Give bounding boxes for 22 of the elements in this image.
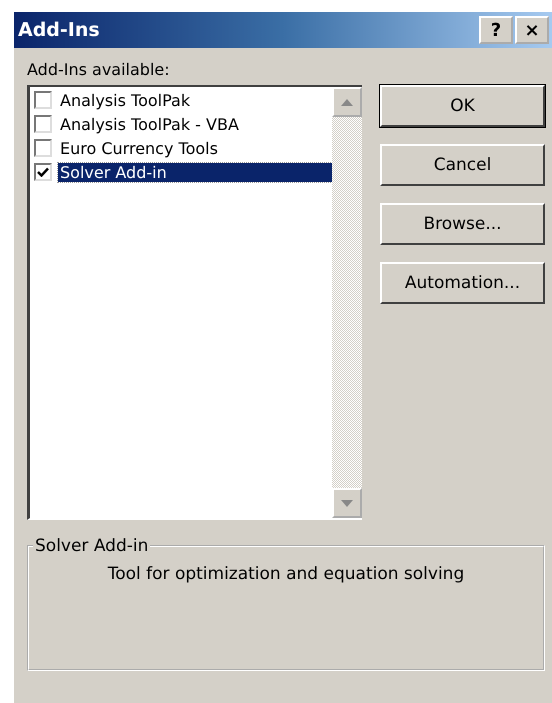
group-title: Solver Add-in bbox=[34, 536, 150, 556]
list-item[interactable]: Analysis ToolPak - VBA bbox=[58, 114, 332, 134]
dialog-button[interactable]: Automation... bbox=[380, 262, 545, 304]
add-ins-list[interactable]: Analysis ToolPak Analysis ToolPak - VBA Euro Currency Tools Solver Add-in bbox=[27, 85, 362, 520]
checkbox[interactable] bbox=[34, 115, 52, 133]
scroll-up-icon[interactable] bbox=[332, 87, 362, 117]
checkbox[interactable] bbox=[34, 139, 52, 157]
close-button[interactable]: × bbox=[515, 16, 549, 44]
list-label: Add-Ins available: bbox=[27, 60, 171, 79]
list-item[interactable]: Solver Add-in bbox=[58, 162, 332, 182]
checkbox[interactable] bbox=[34, 91, 52, 109]
checkbox[interactable] bbox=[34, 163, 52, 181]
dialog-button[interactable]: OK bbox=[380, 85, 545, 127]
dialog-button[interactable]: Cancel bbox=[380, 144, 545, 186]
dialog-button[interactable]: Browse... bbox=[380, 203, 545, 245]
window-title: Add-Ins bbox=[18, 19, 100, 41]
scrollbar[interactable] bbox=[332, 87, 362, 518]
description-text: Tool for optimization and equation solving bbox=[106, 564, 466, 584]
scroll-down-icon[interactable] bbox=[332, 488, 362, 518]
list-item[interactable]: Euro Currency Tools bbox=[58, 138, 332, 158]
list-item[interactable]: Analysis ToolPak bbox=[58, 90, 332, 110]
help-button[interactable]: ? bbox=[479, 16, 513, 44]
